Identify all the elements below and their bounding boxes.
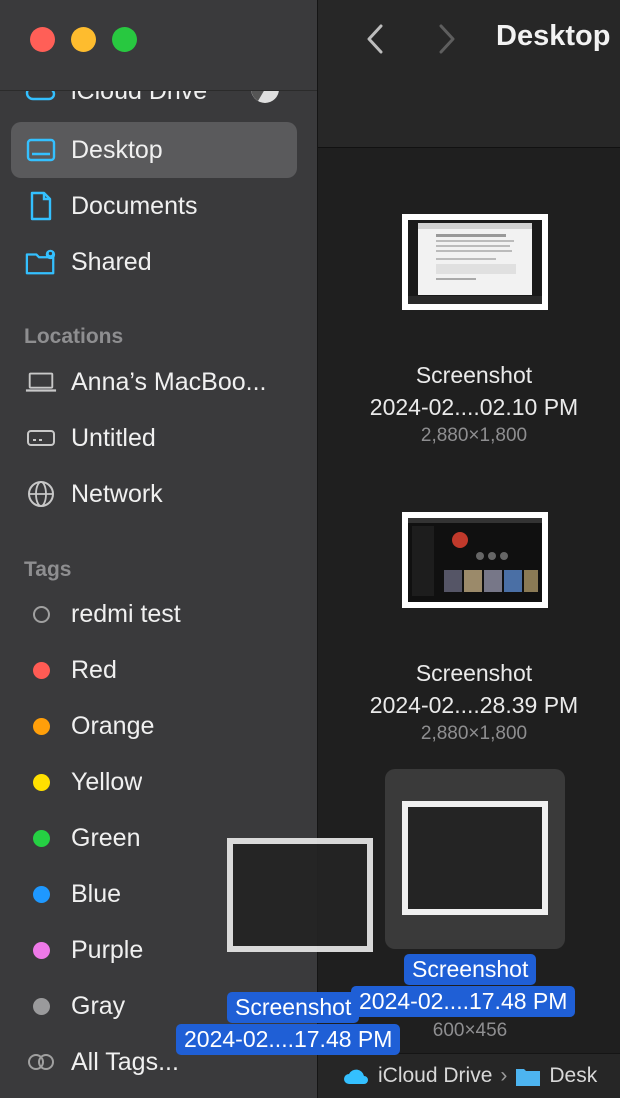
toolbar: Desktop: [318, 0, 620, 148]
sidebar-tag-redmi-test[interactable]: redmi test: [11, 586, 297, 642]
sidebar-item-macbook[interactable]: Anna’s MacBoo...: [11, 354, 297, 410]
sidebar-item-label: Untitled: [71, 423, 156, 452]
file-thumbnail: [402, 801, 548, 915]
file-name: 2024-02....17.48 PM: [351, 986, 576, 1017]
drag-preview-label: Screenshot: [227, 992, 360, 1023]
sidebar-item-network[interactable]: Network: [11, 466, 297, 522]
file-dimensions: 2,880×1,800: [420, 425, 528, 446]
storage-pie-icon: [249, 91, 281, 112]
drag-preview-label: 2024-02....17.48 PM: [176, 1024, 401, 1055]
yellow-tag-icon: [25, 766, 57, 798]
close-window-button[interactable]: [30, 27, 55, 52]
path-item-label: iCloud Drive: [378, 1064, 493, 1087]
forward-button[interactable]: [432, 22, 462, 56]
laptop-icon: [25, 366, 57, 398]
sidebar-item-label: iCloud Drive: [71, 91, 207, 106]
sidebar-item-label: Shared: [71, 247, 152, 276]
purple-tag-icon: [25, 934, 57, 966]
back-button[interactable]: [360, 22, 390, 56]
sidebar-item-documents[interactable]: Documents: [11, 178, 297, 234]
file-name: Screenshot: [404, 954, 537, 985]
sidebar-item-untitled[interactable]: Untitled: [11, 410, 297, 466]
folder-icon: [516, 1069, 541, 1086]
gray-tag-icon: [25, 990, 57, 1022]
sidebar-item-label: Purple: [71, 935, 144, 964]
sidebar-divider: [0, 90, 317, 91]
window-controls: [30, 27, 137, 52]
all-tags-icon: [25, 1046, 57, 1078]
sidebar-tag-orange[interactable]: Orange: [11, 698, 297, 754]
sidebar-item-label: redmi test: [71, 599, 181, 628]
path-item-label: Desk: [549, 1064, 598, 1087]
chevron-right-icon: [439, 24, 455, 54]
document-icon: [25, 190, 57, 222]
desktop-icon: [25, 134, 57, 166]
path-item-icloud-drive[interactable]: iCloud Drive: [342, 1064, 492, 1088]
chevron-right-icon: ›: [500, 1064, 508, 1087]
drag-preview-thumbnail: [227, 838, 373, 952]
file-name: 2024-02....02.10 PM: [369, 394, 579, 420]
sidebar-item-label: Documents: [71, 191, 198, 220]
sidebar-item-label: Blue: [71, 879, 122, 908]
sidebar-item-shared[interactable]: Shared: [11, 234, 297, 290]
sidebar-item-label: All Tags...: [71, 1047, 179, 1076]
orange-tag-icon: [25, 710, 57, 742]
file-thumbnail: [402, 512, 548, 608]
sidebar-item-label: Green: [71, 823, 141, 852]
sidebar-item-label: Network: [71, 479, 163, 508]
tag-outline-icon: [25, 598, 57, 630]
file-dimensions: 2,880×1,800: [420, 723, 528, 744]
sidebar-item-label: Orange: [71, 711, 155, 740]
file-name: Screenshot: [415, 362, 533, 388]
file-name: Screenshot: [415, 660, 533, 686]
red-tag-icon: [25, 654, 57, 686]
file-thumbnail: [402, 214, 548, 310]
shared-folder-icon: [25, 246, 57, 278]
path-bar: iCloud Drive › Desk: [318, 1053, 620, 1098]
green-tag-icon: [25, 822, 57, 854]
sidebar-item-label: Yellow: [71, 767, 143, 796]
chevron-left-icon: [367, 24, 383, 54]
blue-tag-icon: [25, 878, 57, 910]
locations-header: Locations: [24, 325, 124, 348]
sidebar-item-desktop[interactable]: Desktop: [11, 122, 297, 178]
window-title: Desktop: [496, 20, 611, 52]
sidebar-tag-yellow[interactable]: Yellow: [11, 754, 297, 810]
sidebar-item-label: Red: [71, 655, 117, 684]
globe-icon: [25, 478, 57, 510]
icloud-icon: [25, 91, 57, 107]
sidebar-tag-red[interactable]: Red: [11, 642, 297, 698]
icloud-icon: [344, 1069, 368, 1084]
sidebar-item-icloud-drive[interactable]: iCloud Drive: [11, 91, 297, 119]
zoom-window-button[interactable]: [112, 27, 137, 52]
sidebar-item-label: Desktop: [71, 135, 163, 164]
path-item-desktop[interactable]: Desk: [515, 1064, 597, 1088]
drive-icon: [25, 422, 57, 454]
file-name: 2024-02....28.39 PM: [369, 692, 579, 718]
sidebar-item-label: Gray: [71, 991, 126, 1020]
sidebar-item-label: Anna’s MacBoo...: [71, 367, 267, 396]
tags-header: Tags: [24, 558, 72, 581]
minimize-window-button[interactable]: [71, 27, 96, 52]
